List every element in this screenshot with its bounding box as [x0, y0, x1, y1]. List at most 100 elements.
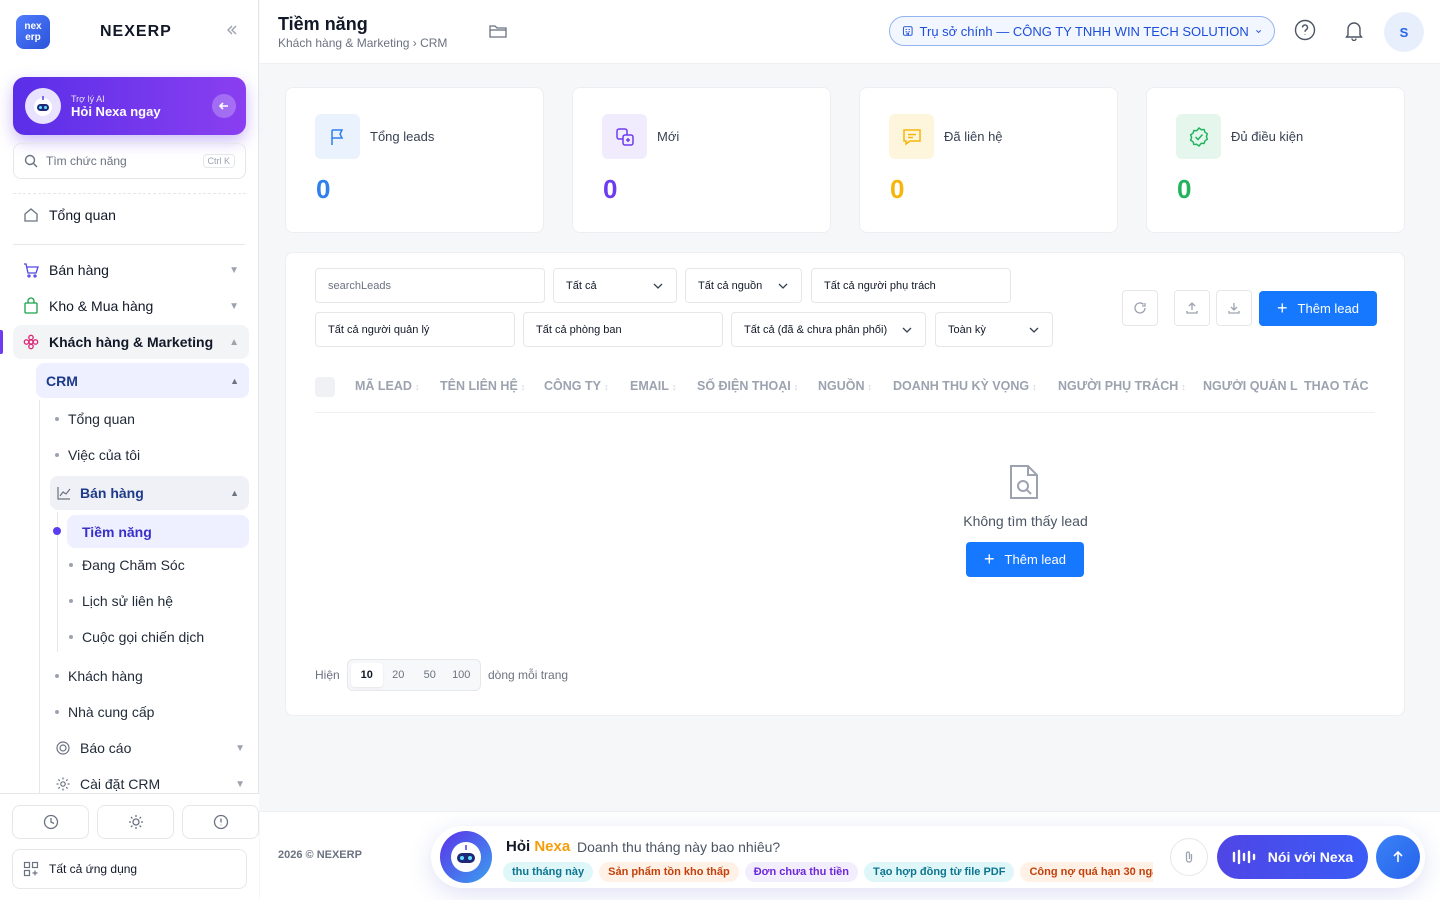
add-lead-button[interactable]: + Thêm lead — [1259, 291, 1377, 326]
download-icon — [1228, 303, 1240, 314]
nav-suppliers[interactable]: Nhà cung cấp — [55, 704, 154, 720]
sidebar-footer: Tất cả ứng dụng — [0, 793, 259, 900]
folder-icon[interactable] — [488, 22, 508, 40]
file-search-icon — [1007, 463, 1041, 501]
col-expected-revenue[interactable]: DOANH THU KỲ VỌNG ↕ — [893, 379, 1037, 393]
page-size-option[interactable]: 10 — [351, 663, 383, 687]
chevron-down-icon: ▼ — [235, 742, 245, 754]
table-header: MÃ LEAD ↕ TÊN LIÊN HỆ ↕ CÔNG TY ↕ EMAIL ↕ SỐ… — [315, 373, 1375, 413]
user-avatar[interactable]: S — [1384, 12, 1424, 52]
tree-line — [39, 400, 40, 795]
nav-label: Cuộc gọi chiến dịch — [82, 629, 205, 645]
nav-label: Tổng quan — [49, 207, 116, 223]
suggestion-chip[interactable]: thu tháng này — [503, 862, 594, 882]
nav-campaign-calls[interactable]: Cuộc gọi chiến dịch — [69, 629, 204, 645]
ask-title: Hỏi Nexa — [506, 838, 570, 855]
refresh-button[interactable] — [1122, 290, 1158, 326]
suggestion-chip[interactable]: Tạo hợp đồng từ file PDF — [863, 862, 1015, 882]
breadcrumb[interactable]: Khách hàng & Marketing › CRM — [278, 36, 447, 50]
flower-icon — [21, 333, 41, 351]
gear-icon — [56, 777, 70, 791]
col-owner[interactable]: NGƯỜI PHỤ TRÁCH ↕ — [1058, 379, 1186, 393]
nav-overview[interactable]: Tổng quan — [13, 198, 249, 232]
bell-icon[interactable] — [1343, 19, 1365, 41]
logo[interactable]: nex erp — [16, 15, 50, 49]
col-manager[interactable]: NGƯỜI QUẢN L — [1203, 379, 1299, 393]
collapse-sidebar-icon[interactable] — [224, 22, 240, 38]
page-size-option[interactable]: 50 — [414, 663, 446, 687]
suggestion-chip[interactable]: Sản phẩm tồn kho thấp — [599, 862, 739, 882]
bullet — [55, 417, 59, 421]
nav-nurturing[interactable]: Đang Chăm Sóc — [69, 557, 185, 573]
page-size-option[interactable]: 100 — [446, 663, 478, 687]
alert-circle-icon — [213, 814, 228, 830]
page-title: Tiềm năng — [278, 14, 368, 34]
company-selector[interactable]: Trụ sở chính — CÔNG TY TNHH WIN TECH SOL… — [889, 16, 1275, 46]
stat-new: Mới 0 — [572, 87, 831, 233]
theme-button[interactable] — [97, 805, 174, 839]
nav-my-tasks[interactable]: Việc của tôi — [55, 447, 140, 463]
history-button[interactable] — [12, 805, 89, 839]
nav-sales[interactable]: Bán hàng ▼ — [13, 253, 249, 287]
select-all-checkbox[interactable] — [315, 377, 335, 397]
all-apps-button[interactable]: Tất cả ứng dụng — [12, 849, 247, 889]
nav-label: Kho & Mua hàng — [49, 298, 154, 314]
col-company[interactable]: CÔNG TY ↕ — [544, 379, 608, 393]
col-contact-name[interactable]: TÊN LIÊN HỆ ↕ — [440, 379, 525, 393]
attach-button[interactable] — [1170, 838, 1208, 876]
department-select[interactable]: Tất cả phòng ban — [523, 312, 723, 347]
send-button[interactable] — [1376, 835, 1420, 879]
manager-select[interactable]: Tất cả người quản lý — [315, 312, 515, 347]
ask-nexa-card[interactable]: Trợ lý AI Hỏi Nexa ngay — [13, 77, 246, 135]
nav-crm-settings[interactable]: Cài đặt CRM ▼ — [55, 776, 245, 792]
bullet — [55, 710, 59, 714]
suggestion-chip[interactable]: Đơn chưa thu tiền — [744, 862, 858, 882]
nav-leads[interactable]: Tiềm năng — [67, 515, 249, 548]
col-lead-code[interactable]: MÃ LEAD ↕ — [355, 379, 419, 393]
nav-contact-history[interactable]: Lịch sử liên hệ — [69, 593, 173, 609]
nav-label: Báo cáo — [80, 740, 132, 756]
alert-button[interactable] — [182, 805, 259, 839]
ai-title: Hỏi Nexa ngay — [71, 103, 161, 119]
help-icon[interactable] — [1294, 19, 1316, 41]
ask-question[interactable]: Doanh thu tháng này bao nhiêu? — [577, 839, 780, 855]
function-search[interactable]: Tìm chức năng Ctrl K — [13, 143, 246, 179]
leads-panel: searchLeads Tất cả Tất cả nguồn Tất cả n… — [285, 252, 1405, 716]
nav-crm[interactable]: CRM ▲ — [36, 363, 249, 398]
arrow-left-icon[interactable] — [212, 94, 236, 118]
copyright: 2026 © NEXERP — [278, 849, 362, 861]
copy-plus-icon — [602, 114, 647, 159]
status-select[interactable]: Tất cả — [553, 268, 677, 303]
upload-button[interactable] — [1174, 290, 1210, 326]
page-size-option[interactable]: 20 — [383, 663, 415, 687]
leads-search-input[interactable]: searchLeads — [315, 268, 545, 303]
nav-inventory[interactable]: Kho & Mua hàng ▼ — [13, 289, 249, 323]
download-button[interactable] — [1216, 290, 1252, 326]
nav-customers-marketing[interactable]: Khách hàng & Marketing ▲ — [13, 325, 249, 359]
all-apps-label: Tất cả ứng dụng — [49, 862, 138, 876]
nav-crm-sales[interactable]: Bán hàng ▲ — [50, 476, 249, 510]
col-email[interactable]: EMAIL ↕ — [630, 379, 676, 393]
department-value: Tất cả phòng ban — [536, 323, 622, 336]
col-label: CÔNG TY — [544, 379, 601, 393]
stat-contacted: Đã liên hệ 0 — [859, 87, 1118, 233]
col-source[interactable]: NGUỒN ↕ — [818, 379, 872, 393]
suggestion-chips: thu tháng này Sản phẩm tồn kho thấp Đơn ch… — [503, 862, 1153, 882]
col-phone[interactable]: SỐ ĐIỆN THOẠI ↕ — [697, 379, 798, 393]
stat-label: Đủ điều kiện — [1231, 129, 1304, 144]
status-value: Tất cả — [566, 279, 597, 292]
nav-customers[interactable]: Khách hàng — [55, 668, 143, 684]
col-label: MÃ LEAD — [355, 379, 412, 393]
nav-crm-overview[interactable]: Tổng quan — [55, 411, 135, 427]
nav-label: Bán hàng — [49, 262, 109, 278]
period-select[interactable]: Toàn kỳ — [935, 312, 1053, 347]
source-select[interactable]: Tất cả nguồn — [685, 268, 802, 303]
talk-to-nexa-button[interactable]: Nói với Nexa — [1217, 835, 1368, 879]
stat-value: 0 — [316, 174, 331, 204]
bullet — [69, 563, 73, 567]
empty-add-lead-button[interactable]: + Thêm lead — [966, 542, 1084, 577]
allocation-select[interactable]: Tất cả (đã & chưa phân phối) — [731, 312, 926, 347]
nav-reports[interactable]: Báo cáo ▼ — [55, 740, 245, 756]
suggestion-chip[interactable]: Công nợ quá hạn 30 ngà — [1020, 862, 1153, 882]
owner-select[interactable]: Tất cả người phụ trách — [811, 268, 1011, 303]
